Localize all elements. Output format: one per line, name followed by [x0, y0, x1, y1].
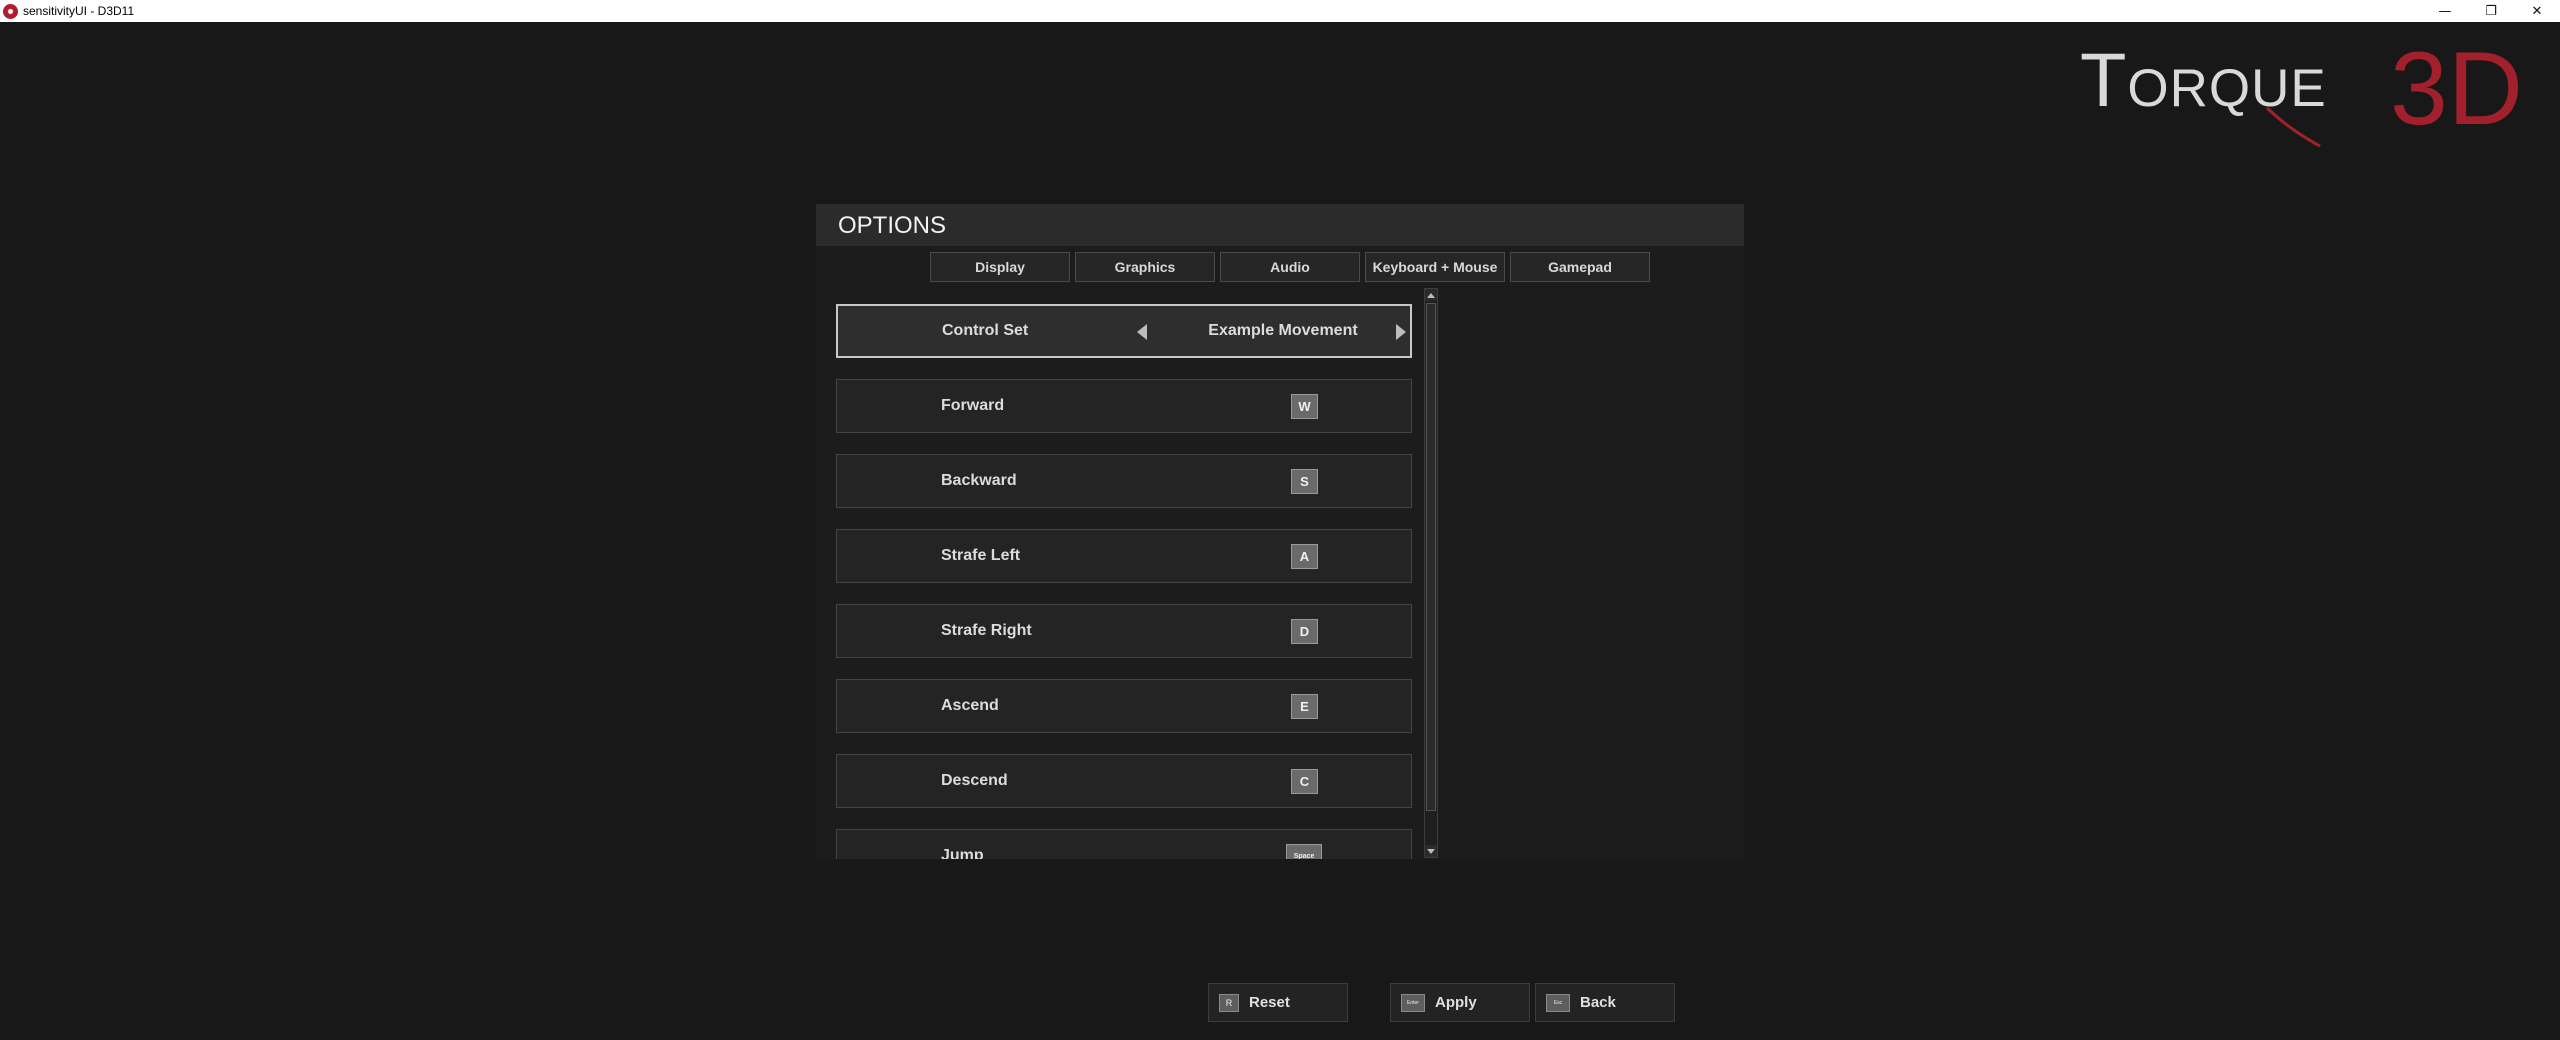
- reset-key-icon: R: [1219, 993, 1239, 1012]
- apply-key-icon: Enter: [1401, 993, 1425, 1012]
- key-badge[interactable]: D: [1291, 619, 1318, 644]
- window-title-bar: sensitivityUI - D3D11 — ❐ ✕: [0, 0, 2560, 22]
- page-title: OPTIONS: [838, 212, 947, 239]
- previous-arrow-icon[interactable]: [1137, 324, 1147, 340]
- options-panel: OPTIONS Display Graphics Audio Keyboard …: [816, 204, 1744, 859]
- app-gear-icon: [3, 3, 18, 19]
- keybind-label: Forward: [941, 397, 1005, 414]
- tab-display[interactable]: Display: [930, 252, 1070, 282]
- control-set-row[interactable]: Control Set Example Movement: [836, 304, 1412, 358]
- control-set-value: Example Movement: [1208, 322, 1358, 339]
- tab-audio[interactable]: Audio: [1220, 252, 1360, 282]
- back-button[interactable]: Esc Back: [1535, 983, 1675, 1022]
- tab-gamepad[interactable]: Gamepad: [1510, 252, 1650, 282]
- scroll-down-arrow-icon: [1427, 848, 1435, 854]
- keybind-label: Backward: [941, 472, 1017, 489]
- options-header: OPTIONS: [816, 204, 1744, 246]
- tab-keyboard-mouse[interactable]: Keyboard + Mouse: [1365, 252, 1505, 282]
- keybind-row-backward[interactable]: Backward S: [836, 454, 1412, 508]
- torque-3d-logo: Torque 3D: [2080, 34, 2540, 200]
- window-controls: — ❐ ✕: [2422, 0, 2560, 22]
- keybind-label: Descend: [941, 772, 1008, 789]
- reset-label: Reset: [1249, 994, 1290, 1011]
- scroll-up-arrow-icon: [1427, 292, 1435, 298]
- scroll-thumb[interactable]: [1426, 303, 1436, 811]
- key-badge[interactable]: S: [1291, 469, 1318, 494]
- reset-button[interactable]: R Reset: [1208, 983, 1348, 1022]
- logo-3d: 3D: [2390, 31, 2523, 147]
- key-badge[interactable]: A: [1291, 544, 1318, 569]
- keybind-row-descend[interactable]: Descend C: [836, 754, 1412, 808]
- back-label: Back: [1580, 994, 1616, 1011]
- key-badge[interactable]: C: [1291, 769, 1318, 794]
- apply-label: Apply: [1435, 994, 1477, 1011]
- restore-icon[interactable]: ❐: [2468, 0, 2514, 22]
- keybind-row-jump[interactable]: Jump Space: [836, 829, 1412, 859]
- keybind-label: Jump: [941, 847, 984, 859]
- keybind-list: Control Set Example Movement Forward W B…: [836, 304, 1412, 859]
- window-title: sensitivityUI - D3D11: [23, 4, 135, 18]
- control-set-label: Control Set: [942, 322, 1029, 339]
- close-icon[interactable]: ✕: [2514, 0, 2560, 22]
- logo-swoosh-icon: [2265, 106, 2321, 148]
- key-badge[interactable]: W: [1291, 394, 1318, 419]
- keybind-row-strafe-left[interactable]: Strafe Left A: [836, 529, 1412, 583]
- keybind-row-forward[interactable]: Forward W: [836, 379, 1412, 433]
- keybind-row-ascend[interactable]: Ascend E: [836, 679, 1412, 733]
- next-arrow-icon[interactable]: [1396, 324, 1406, 340]
- keybind-label: Ascend: [941, 697, 999, 714]
- list-scrollbar[interactable]: [1424, 288, 1438, 858]
- scroll-down-button[interactable]: [1425, 845, 1437, 857]
- key-badge[interactable]: Space: [1286, 844, 1322, 859]
- back-key-icon: Esc: [1546, 993, 1570, 1012]
- apply-button[interactable]: Enter Apply: [1390, 983, 1530, 1022]
- tab-graphics[interactable]: Graphics: [1075, 252, 1215, 282]
- keybind-row-strafe-right[interactable]: Strafe Right D: [836, 604, 1412, 658]
- minimize-icon[interactable]: —: [2422, 0, 2468, 22]
- key-badge[interactable]: E: [1291, 694, 1318, 719]
- keybind-label: Strafe Left: [941, 547, 1021, 564]
- keybind-label: Strafe Right: [941, 622, 1032, 639]
- scroll-up-button[interactable]: [1425, 289, 1437, 301]
